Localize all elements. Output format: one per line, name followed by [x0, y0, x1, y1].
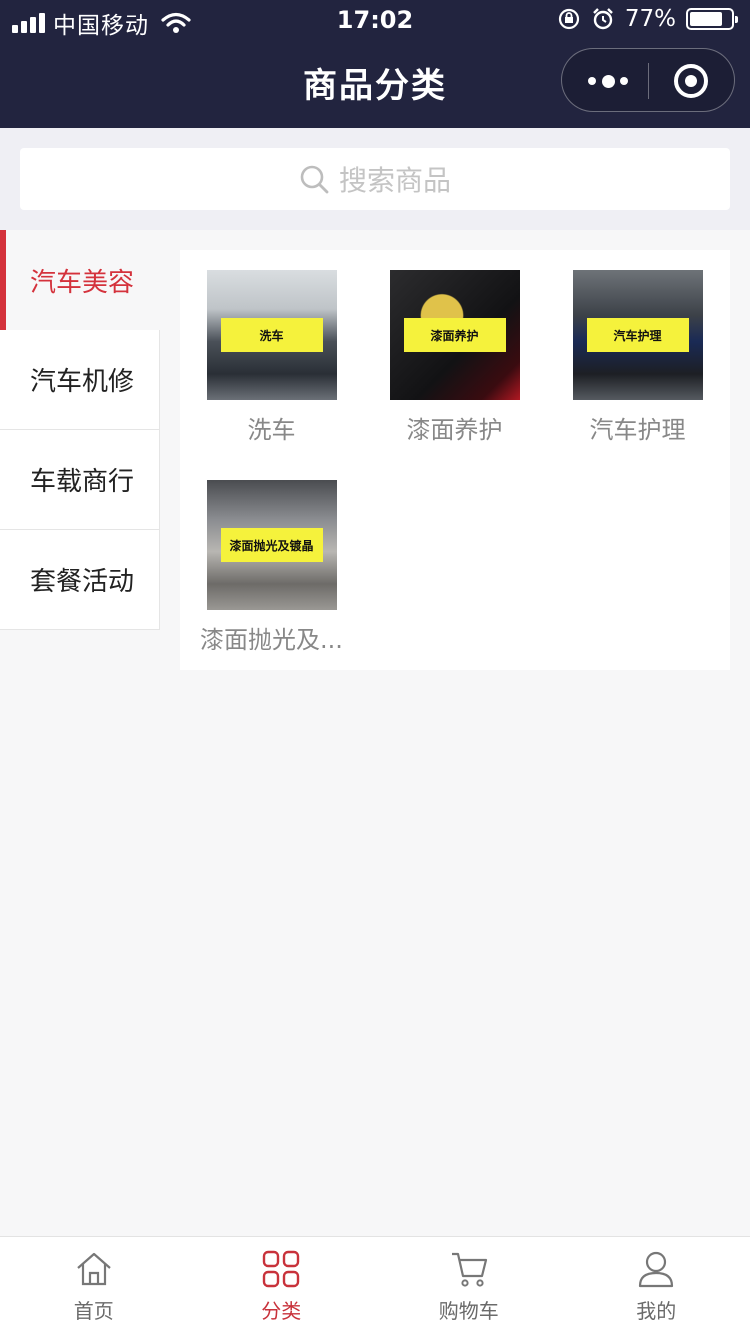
product-image: 漆面抛光及镀晶: [206, 480, 337, 610]
search-placeholder: 搜索商品: [338, 164, 451, 197]
category-item-car-beauty[interactable]: 汽车美容: [0, 230, 160, 330]
product-image: 汽车护理: [572, 270, 703, 400]
search-input[interactable]: 搜索商品: [20, 148, 730, 210]
product-panel: 洗车 洗车 漆面养护 漆面养护 汽车护理 汽车护理 漆面抛光及镀晶 漆面抛光及.…: [180, 250, 730, 670]
category-icon: [263, 1250, 300, 1288]
product-image: 洗车: [206, 270, 337, 400]
user-icon: [639, 1251, 674, 1288]
rotation-lock-icon: [558, 8, 579, 30]
tab-label: 我的: [636, 1299, 677, 1323]
product-name: 汽车护理: [589, 416, 686, 444]
capsule-divider: [648, 63, 649, 99]
product-item-paint-care[interactable]: 漆面养护 漆面养护: [363, 270, 546, 445]
search-area: 搜索商品: [0, 128, 750, 230]
close-miniprogram-icon[interactable]: [674, 64, 708, 98]
product-image: 漆面养护: [389, 270, 520, 400]
search-icon: [300, 165, 329, 194]
product-badge: 汽车护理: [586, 318, 689, 352]
product-badge: 漆面养护: [403, 318, 506, 352]
home-icon: [77, 1252, 111, 1286]
nav-bar: 商品分类: [0, 40, 750, 128]
category-label: 汽车机修: [30, 367, 135, 397]
product-badge: 漆面抛光及镀晶: [220, 528, 323, 562]
category-item-packages[interactable]: 套餐活动: [0, 530, 160, 630]
product-name: 漆面抛光及...: [200, 626, 343, 654]
product-grid: 洗车 洗车 漆面养护 漆面养护 汽车护理 汽车护理 漆面抛光及镀晶 漆面抛光及.…: [180, 250, 730, 670]
miniprogram-capsule: [561, 48, 735, 112]
product-badge: 洗车: [220, 318, 323, 352]
status-right: 77%: [557, 6, 738, 32]
tab-category[interactable]: 分类: [188, 1237, 376, 1334]
category-sidebar: 汽车美容 汽车机修 车载商行 套餐活动: [0, 230, 160, 630]
product-item-car-wash[interactable]: 洗车 洗车: [180, 270, 363, 445]
tab-label: 购物车: [438, 1299, 499, 1323]
battery-percent: 77%: [624, 6, 676, 32]
tab-label: 首页: [73, 1299, 114, 1323]
alarm-icon: [593, 8, 613, 30]
category-label: 车载商行: [30, 467, 135, 497]
tab-cart[interactable]: 购物车: [375, 1237, 563, 1334]
category-item-car-store[interactable]: 车载商行: [0, 430, 160, 530]
product-name: 漆面养护: [406, 416, 503, 444]
battery-icon: [686, 8, 738, 30]
tab-mine[interactable]: 我的: [563, 1237, 750, 1334]
tab-home[interactable]: 首页: [0, 1237, 188, 1334]
tab-label: 分类: [261, 1299, 302, 1323]
tab-bar: 首页 分类 购物车 我的: [0, 1236, 750, 1334]
category-item-car-repair[interactable]: 汽车机修: [0, 330, 160, 430]
category-label: 套餐活动: [30, 567, 135, 597]
status-bar: 中国移动 17:02 77%: [0, 0, 750, 40]
product-name: 洗车: [247, 416, 296, 444]
product-item-paint-polish[interactable]: 漆面抛光及镀晶 漆面抛光及...: [180, 480, 363, 655]
cart-icon: [451, 1252, 487, 1287]
category-label: 汽车美容: [30, 267, 135, 298]
product-item-car-care[interactable]: 汽车护理 汽车护理: [546, 270, 729, 445]
top-bar: 中国移动 17:02 77% 商品分类: [0, 0, 750, 128]
more-icon[interactable]: [588, 71, 628, 91]
